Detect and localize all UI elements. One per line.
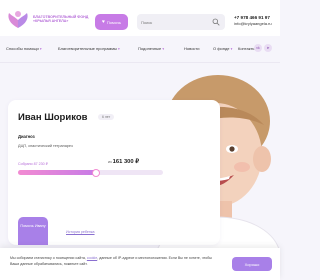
search-input[interactable] bbox=[141, 17, 211, 27]
nav-item-news[interactable]: Новости bbox=[184, 46, 199, 51]
nav-item-wards[interactable]: Подопечные ▾ bbox=[138, 46, 164, 51]
child-name: Иван Шориков bbox=[18, 112, 88, 123]
collected-amount: Собрано 87 230 ₽ bbox=[18, 162, 48, 166]
nav-item-ways-to-help[interactable]: Способы помощи ▾ bbox=[6, 46, 42, 51]
diagnosis-text: ДЦП, спастический тетрапарез bbox=[18, 144, 73, 148]
search-icon[interactable] bbox=[212, 18, 220, 26]
telegram-icon[interactable]: ➤ bbox=[264, 44, 272, 52]
progress-knob bbox=[92, 168, 101, 177]
chevron-down-icon: ▾ bbox=[117, 47, 120, 51]
child-story-link[interactable]: История ребенка bbox=[66, 230, 95, 234]
chevron-down-icon: ▾ bbox=[162, 47, 165, 51]
contacts-block: +7 978 466 91 97 info@krylyaangela.ru bbox=[234, 15, 278, 27]
logo-text[interactable]: Благотворительный фонд «Крылья Ангела» bbox=[33, 15, 93, 24]
chevron-down-icon: ▾ bbox=[230, 47, 233, 51]
cookie-accept-button[interactable]: Хорошо bbox=[232, 257, 272, 271]
cookie-link[interactable]: cookie bbox=[87, 256, 97, 260]
help-button-label: Помочь bbox=[106, 19, 122, 25]
search-box[interactable] bbox=[137, 14, 225, 30]
nav-item-contacts[interactable]: Контакты bbox=[238, 46, 255, 51]
social-links: vk ➤ bbox=[254, 44, 272, 52]
diagnosis-title: Диагноз bbox=[18, 134, 35, 139]
nav-item-programs[interactable]: Благотворительные программы ▾ bbox=[58, 46, 120, 51]
cookie-banner: Мы собираем статистику о посещении сайта… bbox=[0, 248, 280, 280]
goal-amount: из 161 300 ₽ bbox=[108, 159, 139, 165]
progress-fill bbox=[18, 170, 97, 175]
fundraising-progress-bar bbox=[18, 168, 163, 177]
header-help-button[interactable]: ♥ Помочь bbox=[95, 14, 128, 30]
child-card: Иван Шориков 6 лет Диагноз ДЦП, спастиче… bbox=[8, 100, 220, 245]
heart-icon: ♥ bbox=[101, 18, 105, 25]
email-address[interactable]: info@krylyaangela.ru bbox=[234, 21, 278, 27]
age-badge: 6 лет bbox=[98, 114, 115, 120]
angel-wings-logo-icon[interactable] bbox=[6, 8, 30, 30]
site-header: Благотворительный фонд «Крылья Ангела» ♥… bbox=[0, 0, 280, 36]
chevron-down-icon: ▾ bbox=[39, 47, 42, 51]
nav-item-about[interactable]: О фонде ▾ bbox=[213, 46, 232, 51]
main-nav: Способы помощи ▾ Благотворительные прогр… bbox=[0, 44, 280, 58]
help-child-button[interactable]: Помочь Ивану bbox=[18, 217, 48, 245]
vk-icon[interactable]: vk bbox=[254, 44, 262, 52]
cookie-text: Мы собираем статистику о посещении сайта… bbox=[10, 256, 212, 266]
